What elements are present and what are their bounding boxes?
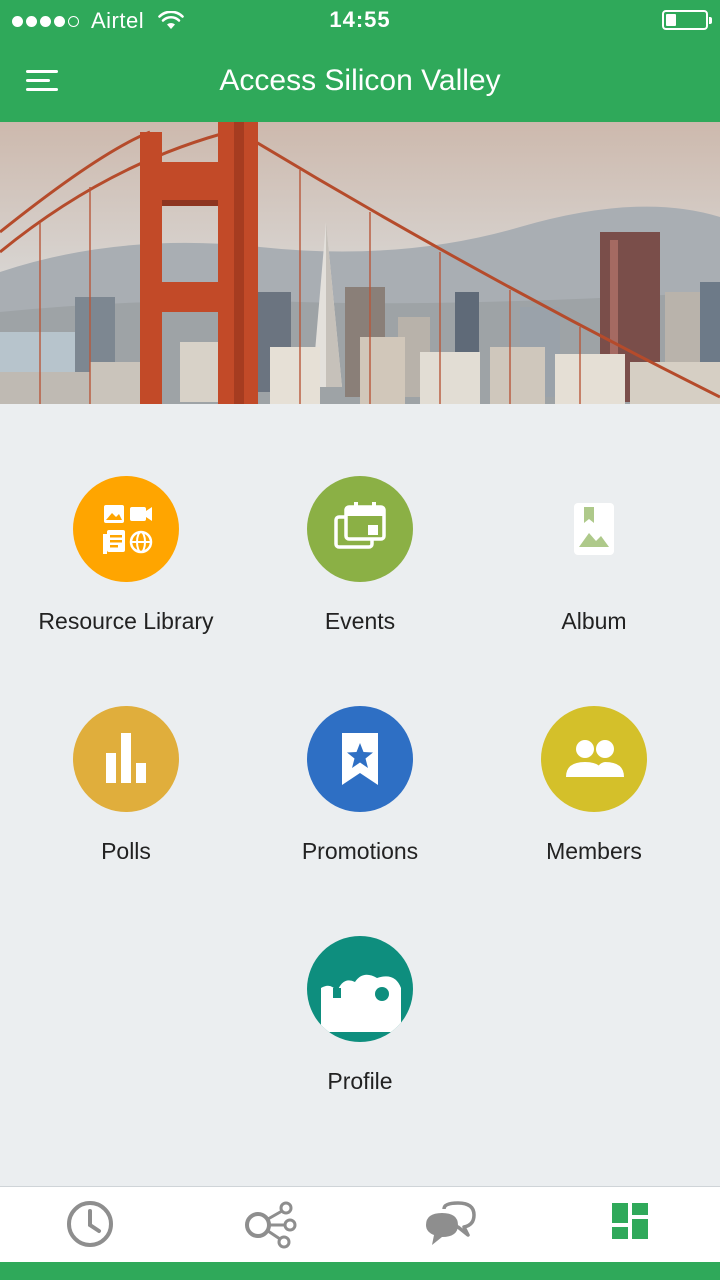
nav-item-chat[interactable]	[360, 1187, 540, 1267]
bookmark-star-icon	[307, 706, 413, 812]
bottom-strip	[0, 1262, 720, 1280]
battery-icon	[662, 10, 712, 30]
face-icon	[307, 936, 413, 1042]
tile-polls[interactable]: Polls	[6, 706, 246, 865]
tile-label: Members	[546, 838, 642, 864]
tile-label: Album	[561, 608, 627, 634]
dashboard-icon	[612, 1203, 648, 1239]
banner-image	[0, 122, 720, 404]
tile-label: Promotions	[301, 838, 419, 864]
tile-promotions[interactable]: Promotions	[240, 706, 480, 865]
people-icon	[541, 706, 647, 812]
bar-chart-icon	[73, 706, 179, 812]
share-network-icon	[245, 1201, 297, 1249]
nav-item-share[interactable]	[180, 1187, 360, 1267]
status-bar: Airtel 14:55	[0, 0, 720, 40]
tile-members[interactable]: Members	[474, 706, 714, 865]
chat-bubbles-icon	[426, 1201, 476, 1245]
tile-events[interactable]: Events	[240, 476, 480, 635]
tile-album[interactable]: Album	[474, 476, 714, 635]
tile-resource-library[interactable]: Resource Library	[6, 476, 246, 635]
tile-profile[interactable]: Profile	[240, 936, 480, 1095]
photo-album-icon	[541, 476, 647, 582]
page-title: Access Silicon Valley	[219, 64, 501, 97]
calendar-icon	[307, 476, 413, 582]
app-bar: Access Silicon Valley	[0, 40, 720, 122]
tile-label: Resource Library	[38, 608, 214, 634]
resource-library-icon	[73, 476, 179, 582]
nav-item-recent[interactable]	[0, 1187, 180, 1267]
tile-label: Profile	[327, 1068, 393, 1094]
tile-label: Events	[324, 608, 396, 634]
clock: 14:55	[329, 7, 391, 32]
nav-item-dashboard[interactable]	[540, 1187, 720, 1267]
tile-label: Polls	[101, 838, 151, 864]
clock-icon	[67, 1201, 113, 1247]
